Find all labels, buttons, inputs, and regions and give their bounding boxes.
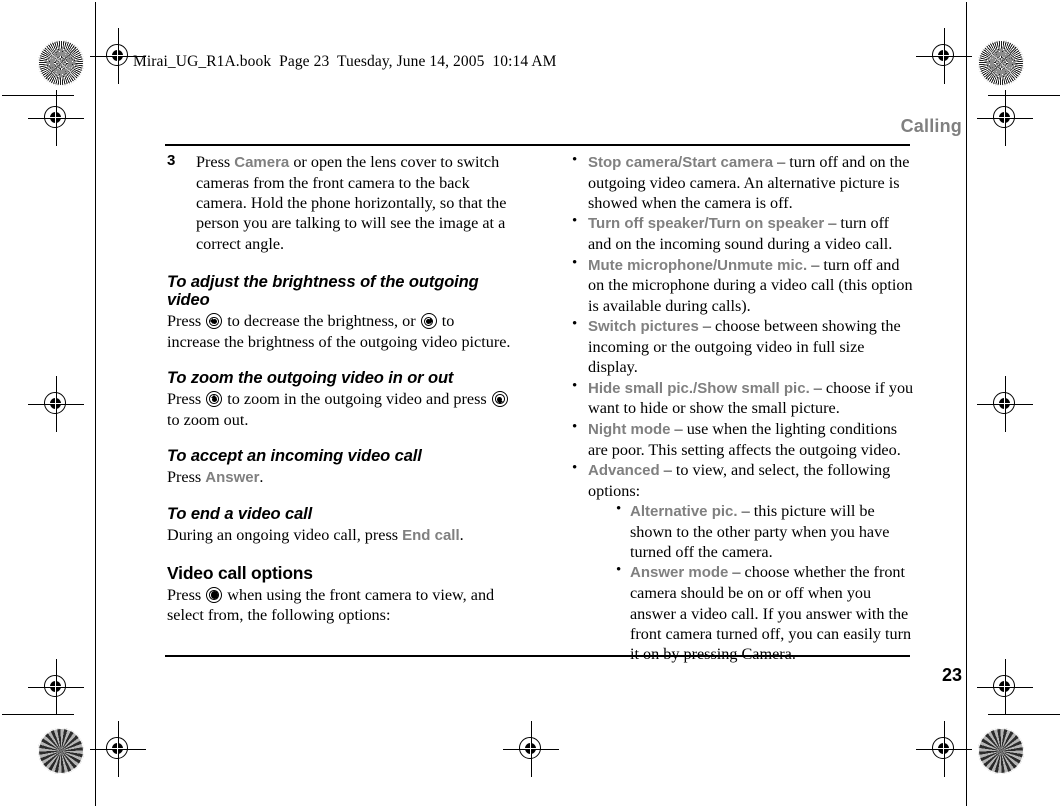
list-item: Stop camera/Start camera – turn off and …: [570, 151, 914, 213]
text-press-4: Press: [167, 586, 206, 605]
keyword-answer: Answer: [205, 469, 260, 486]
text-press-3: Press: [167, 468, 206, 486]
nav-key-right-icon: [420, 313, 437, 330]
sub-option-keyword: Alternative pic.: [630, 502, 738, 520]
option-keyword: Hide small pic./Show small pic.: [588, 379, 810, 397]
text-period-2: .: [459, 525, 464, 544]
list-item: Alternative pic. – this picture will be …: [612, 500, 914, 562]
paragraph-zoom-outgoing-video: Press to zoom in the outgoing video and …: [167, 389, 511, 430]
nav-key-down-icon: [491, 391, 508, 408]
list-item: Hide small pic./Show small pic. – choose…: [570, 377, 914, 419]
text-zoom-in: to zoom in the outgoing video and press: [223, 390, 491, 409]
nav-key-left-icon: [206, 313, 223, 330]
left-text-column: 3 Press Camera or open the lens cover to …: [167, 152, 511, 626]
file-stamp-line: Mirai_UG_R1A.book Page 23 Tuesday, June …: [133, 53, 557, 70]
paragraph-accept-incoming-video-call: Press Answer.: [167, 467, 511, 488]
step-number: 3: [167, 152, 176, 169]
video-call-options-list: Stop camera/Start camera – turn off and …: [570, 151, 914, 665]
footer-rule: [165, 655, 910, 657]
header-rule: [165, 144, 910, 146]
paragraph-video-call-options: Press when using the front camera to vie…: [167, 585, 511, 626]
sub-option-keyword: Answer mode: [630, 564, 729, 582]
option-keyword: Stop camera/Start camera: [588, 154, 774, 171]
paragraph-end-video-call: During an ongoing video call, press End …: [167, 525, 511, 546]
heading-end-video-call: To end a video call: [167, 504, 313, 523]
page-number: 23: [941, 665, 962, 685]
text-press-1: Press: [167, 312, 206, 331]
numbered-step-3: 3 Press Camera or open the lens cover to …: [167, 152, 511, 254]
option-keyword: Night mode: [588, 420, 671, 438]
right-text-column: Stop camera/Start camera – turn off and …: [570, 151, 914, 665]
heading-accept-incoming-video-call: To accept an incoming video call: [167, 446, 422, 465]
text-during-call: During an ongoing video call, press: [167, 525, 403, 544]
heading-zoom-outgoing-video: To zoom the outgoing video in or out: [167, 369, 454, 388]
text-press-2: Press: [167, 390, 206, 409]
text-period-1: .: [259, 468, 264, 486]
option-keyword: Advanced: [588, 461, 660, 479]
manual-page: Mirai_UG_R1A.book Page 23 Tuesday, June …: [0, 0, 1062, 808]
advanced-sub-options-list: Alternative pic. – this picture will be …: [612, 500, 914, 665]
keyword-end-call: End call: [402, 526, 460, 544]
list-item: Switch pictures – choose between showing…: [570, 315, 914, 377]
keyword-camera: Camera: [234, 154, 290, 171]
step-text-before: Press: [196, 153, 235, 171]
option-keyword: Switch pictures: [588, 318, 699, 336]
option-keyword: Mute microphone/Unmute mic.: [588, 256, 808, 274]
option-keyword: Turn off speaker/Turn on speaker: [588, 215, 825, 233]
paragraph-adjust-brightness: Press to decrease the brightness, or to …: [167, 311, 511, 352]
list-item: Advanced – to view, and select, the foll…: [570, 459, 914, 665]
select-key-icon: [206, 587, 223, 604]
running-head-chapter-title: Calling: [900, 116, 962, 136]
list-item: Answer mode – choose whether the front c…: [612, 561, 914, 664]
list-item: Turn off speaker/Turn on speaker – turn …: [570, 212, 914, 254]
list-item: Night mode – use when the lighting condi…: [570, 418, 914, 460]
heading-adjust-brightness: To adjust the brightness of the outgoing…: [167, 273, 479, 310]
text-zoom-out: to zoom out.: [167, 410, 249, 429]
list-item: Mute microphone/Unmute mic. – turn off a…: [570, 254, 914, 316]
heading-video-call-options: Video call options: [167, 562, 313, 583]
nav-key-up-icon: [206, 391, 223, 408]
text-decrease: to decrease the brightness, or: [223, 312, 420, 331]
